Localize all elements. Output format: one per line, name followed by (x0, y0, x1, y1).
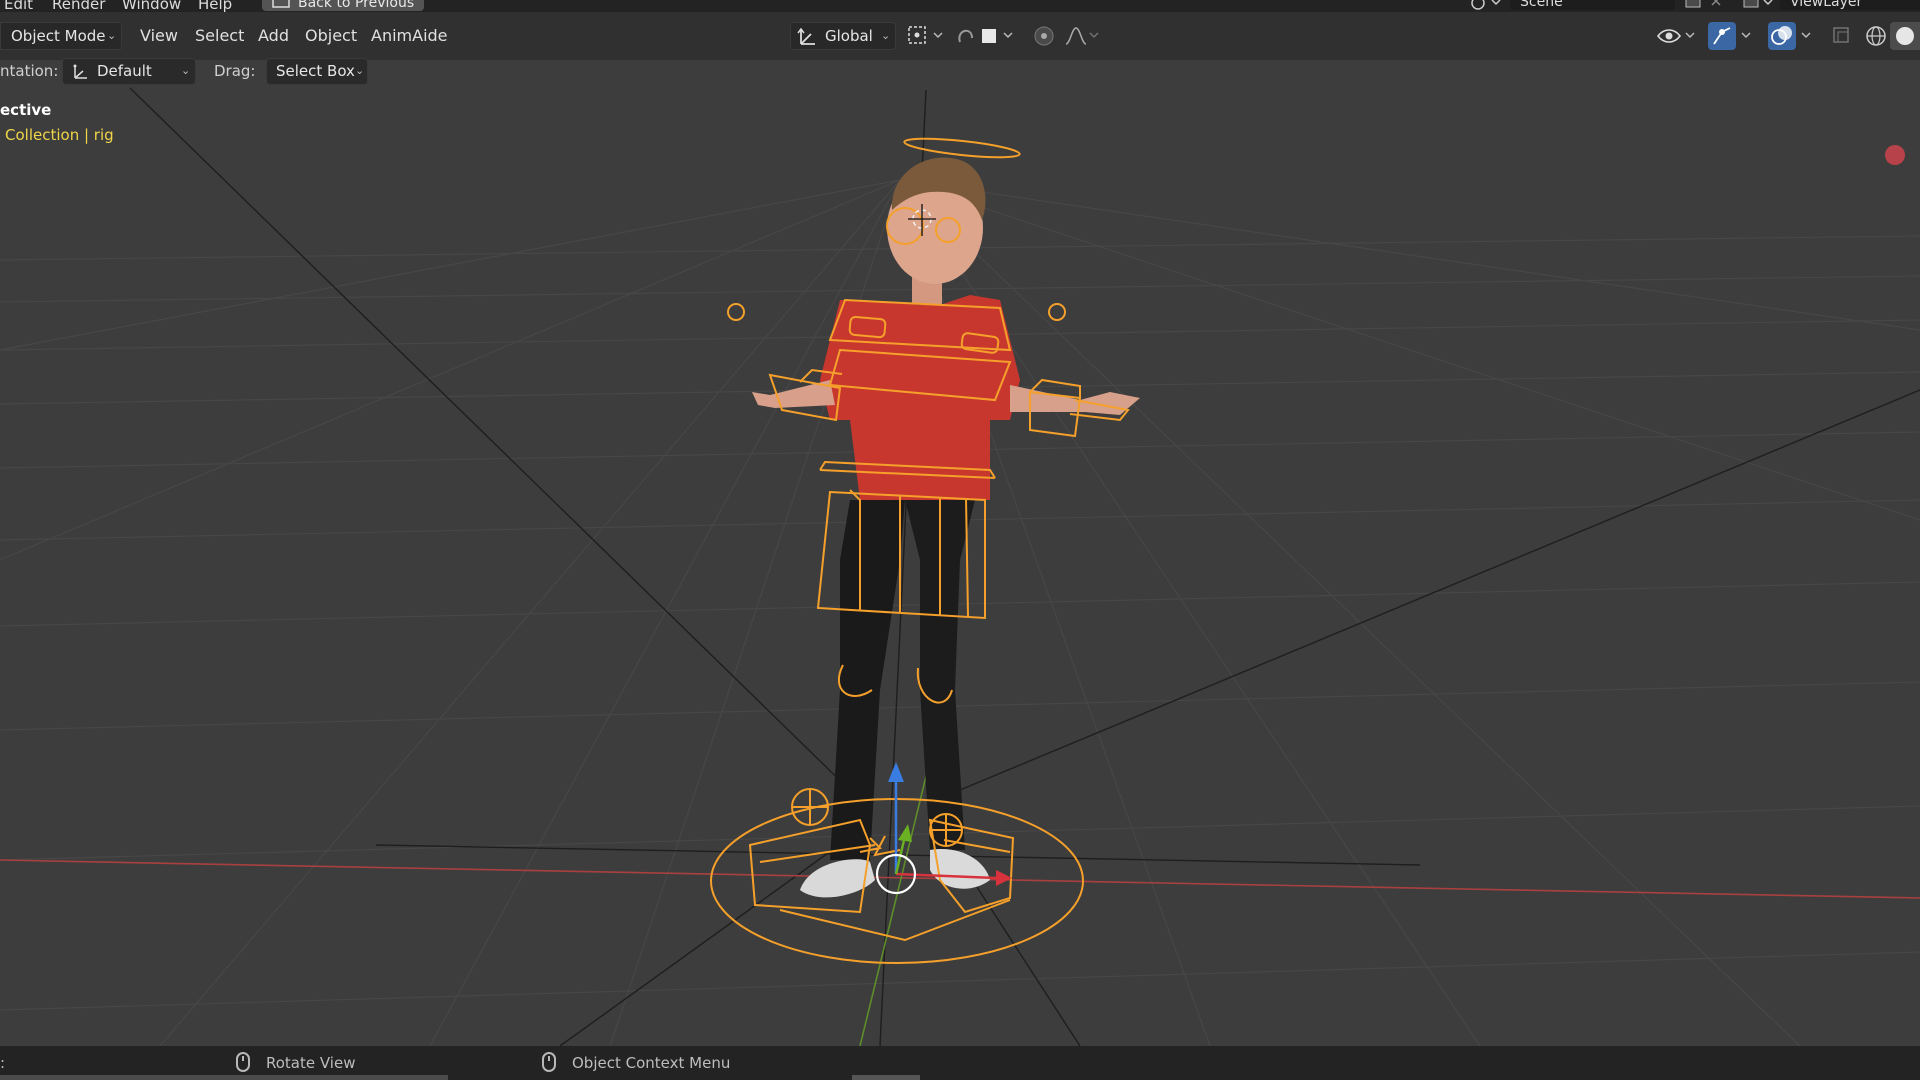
visibility-icon[interactable] (1656, 24, 1700, 48)
overlay-toggle[interactable] (1768, 22, 1796, 50)
menu-animaide[interactable]: AnimAide (371, 26, 448, 45)
object-mode-label: Object Mode (11, 27, 106, 45)
chevron-down-icon: ⌄ (107, 29, 117, 42)
transform-orientation-icon (797, 27, 815, 45)
drag-value: Select Box (276, 62, 355, 80)
gizmo-icon (1713, 27, 1731, 45)
view-layer-field[interactable]: ViewLayer (1780, 0, 1920, 10)
tool-settings-row: ntation: Default ⌄ Drag: Select Box ⌄ (0, 58, 1920, 85)
overlay-icon (1771, 26, 1792, 45)
status-progress-strip (0, 1075, 448, 1080)
top-menu-bar: Edit Render Window Help Back to Previous… (0, 0, 1920, 12)
screen-icon (272, 0, 290, 8)
menu-window[interactable]: Window (122, 0, 181, 12)
proportional-edit-icon[interactable] (1032, 24, 1102, 48)
blender-window: Edit Render Window Help Back to Previous… (0, 0, 1920, 1080)
drag-dropdown[interactable]: Select Box ⌄ (266, 58, 368, 85)
menu-view[interactable]: View (140, 26, 178, 45)
view-layer-icon[interactable] (1742, 0, 1778, 12)
snap-icon[interactable] (954, 24, 1018, 48)
y-axis-arrow[interactable] (898, 824, 912, 842)
menu-select[interactable]: Select (195, 26, 244, 45)
object-context-menu-hint: Object Context Menu (572, 1054, 731, 1072)
scene-selector-icon[interactable] (1468, 0, 1504, 12)
mouse-icon (542, 1052, 556, 1072)
arm-pole-left[interactable] (727, 303, 745, 321)
status-scroll-handle[interactable] (852, 1075, 920, 1080)
viewport-header: Object Mode ⌄ View Select Add Object Ani… (0, 12, 1920, 60)
transform-orientation-label: Global (825, 27, 873, 45)
x-axis-arrow[interactable] (996, 870, 1012, 886)
orientation-dropdown[interactable]: Default ⌄ (62, 58, 196, 85)
back-to-previous-label: Back to Previous (298, 0, 415, 11)
back-to-previous-button[interactable]: Back to Previous (262, 0, 424, 11)
arm-pole-right[interactable] (1048, 303, 1066, 321)
record-dot-icon[interactable] (1885, 145, 1905, 165)
transform-orientation-dropdown[interactable]: Global ⌄ (790, 22, 896, 50)
chevron-down-icon[interactable] (1738, 24, 1758, 48)
orientation-value: Default (97, 62, 152, 80)
mouse-icon (236, 1052, 250, 1072)
scene-name: Scene (1520, 0, 1563, 10)
chevron-down-icon[interactable] (1798, 24, 1818, 48)
scene-actions-icon[interactable] (1680, 0, 1740, 12)
character-mesh[interactable] (752, 157, 1140, 898)
menu-add[interactable]: Add (258, 26, 289, 45)
3d-viewport[interactable] (0, 84, 1920, 1046)
menu-help[interactable]: Help (198, 0, 232, 12)
wireframe-shading-icon[interactable] (1864, 24, 1888, 48)
solid-shading-toggle[interactable] (1890, 22, 1920, 50)
pivot-icon[interactable] (906, 24, 946, 48)
gizmo-toggle[interactable] (1708, 22, 1736, 50)
menu-edit[interactable]: Edit (4, 0, 33, 12)
chevron-down-icon: ⌄ (355, 64, 365, 77)
menu-object[interactable]: Object (305, 26, 357, 45)
status-left-text: : (0, 1054, 6, 1072)
menu-render[interactable]: Render (52, 0, 105, 12)
scene-name-field[interactable]: Scene (1510, 0, 1675, 10)
rotate-view-hint: Rotate View (266, 1054, 356, 1072)
head-control-halo[interactable] (903, 135, 1021, 161)
view-layer-name: ViewLayer (1790, 0, 1863, 10)
object-mode-dropdown[interactable]: Object Mode ⌄ (0, 22, 122, 50)
orientation-icon (73, 64, 87, 79)
drag-label: Drag: (214, 62, 256, 80)
chevron-down-icon: ⌄ (181, 64, 191, 77)
chevron-down-icon: ⌄ (881, 29, 891, 42)
z-axis-arrow[interactable] (888, 762, 904, 782)
solid-shading-icon (1896, 27, 1914, 45)
orientation-label: ntation: (0, 62, 59, 80)
xray-icon[interactable] (1830, 24, 1854, 48)
